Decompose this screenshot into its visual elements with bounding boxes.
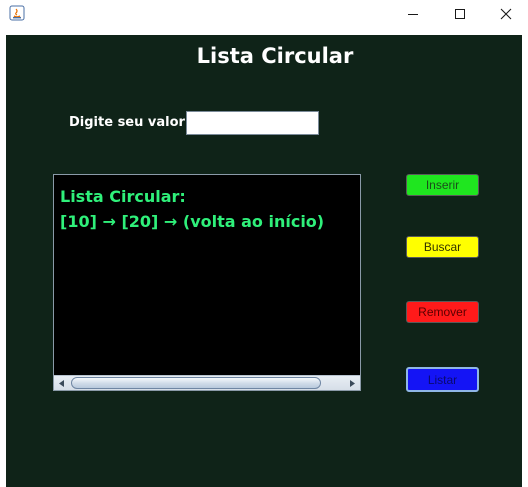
java-icon	[9, 5, 25, 21]
scroll-left-arrow-icon[interactable]	[54, 376, 69, 390]
maximize-button[interactable]	[437, 0, 483, 28]
list-display-area: Lista Circular: [10] → [20] → (volta ao …	[53, 174, 361, 391]
listar-button[interactable]: Listar	[406, 367, 479, 392]
minimize-button[interactable]	[390, 0, 436, 28]
page-title: Lista Circular	[196, 44, 354, 68]
value-label: Digite seu valor:	[69, 115, 191, 130]
main-panel: Lista Circular Digite seu valor: Lista C…	[6, 35, 522, 487]
remover-button[interactable]: Remover	[406, 301, 479, 323]
close-button[interactable]	[483, 0, 528, 28]
buscar-button[interactable]: Buscar	[406, 236, 479, 258]
close-icon	[500, 8, 512, 20]
title-bar	[0, 0, 528, 28]
app-window: Lista Circular Digite seu valor: Lista C…	[0, 0, 528, 487]
inserir-button[interactable]: Inserir	[406, 174, 479, 196]
value-input[interactable]	[186, 111, 319, 135]
horizontal-scrollbar[interactable]	[54, 375, 360, 390]
maximize-icon	[455, 9, 465, 19]
scroll-right-arrow-icon[interactable]	[345, 376, 360, 390]
list-display-text: Lista Circular: [10] → [20] → (volta ao …	[60, 187, 325, 231]
minimize-icon	[408, 14, 418, 15]
scrollbar-thumb[interactable]	[71, 377, 321, 389]
